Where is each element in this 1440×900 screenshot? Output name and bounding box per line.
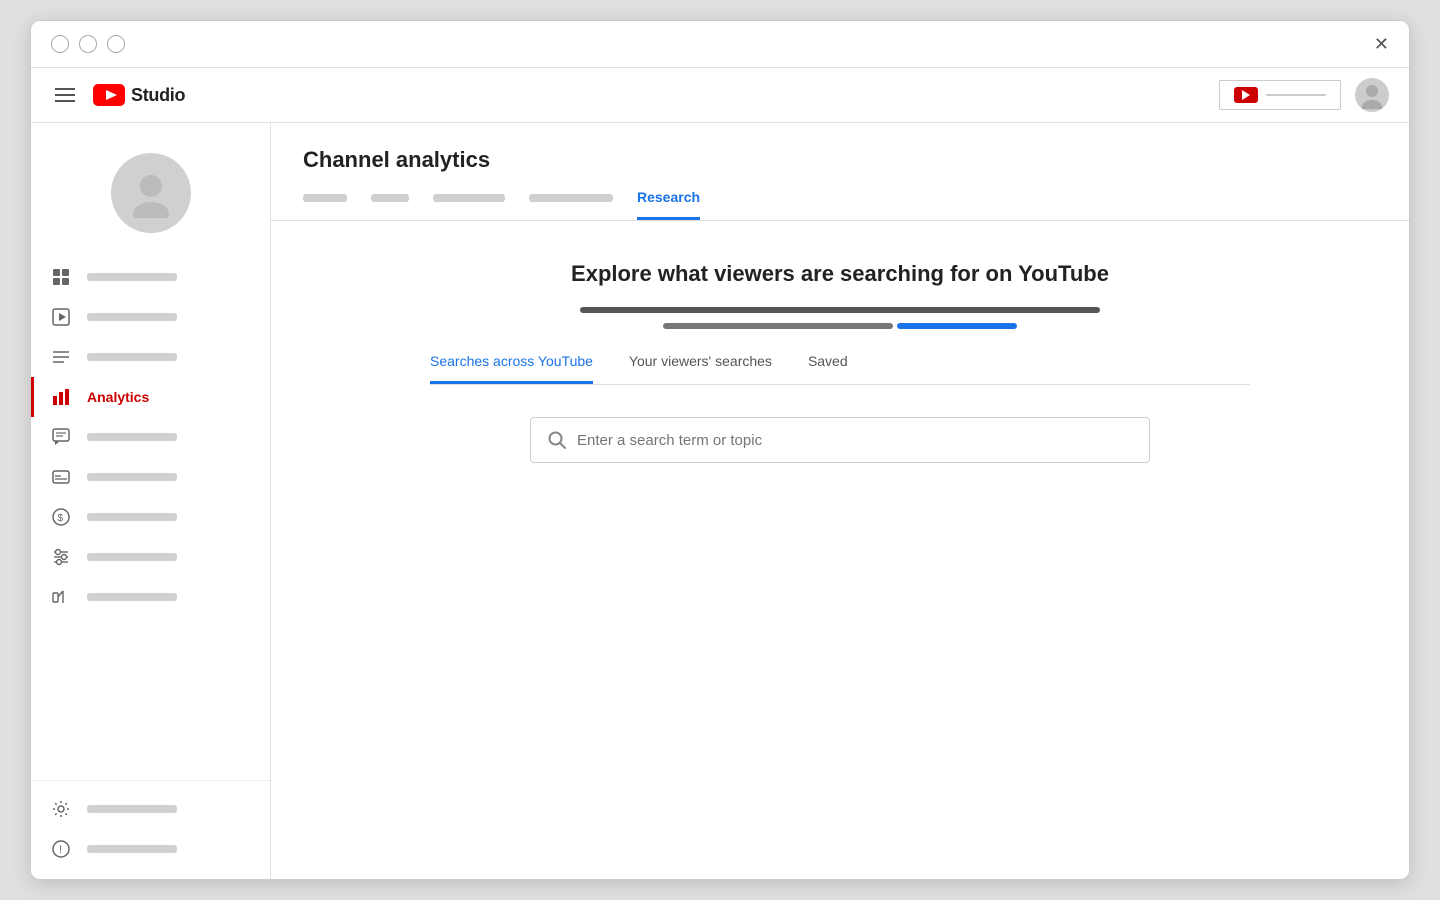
search-container: [530, 417, 1150, 463]
sidebar-item-customization[interactable]: [31, 537, 270, 577]
sidebar-item-settings[interactable]: [31, 789, 270, 829]
svg-text:!: !: [59, 844, 62, 856]
app-window: ✕ Studio: [30, 20, 1410, 880]
app-header: Studio: [31, 68, 1409, 123]
sidebar-item-comments[interactable]: [31, 417, 270, 457]
sidebar-avatar-icon: [126, 168, 176, 218]
content-header: Channel analytics Research: [271, 123, 1409, 221]
hamburger-line-3: [55, 100, 75, 102]
sub-tab-searches-across[interactable]: Searches across YouTube: [430, 353, 593, 384]
feedback-icon: !: [51, 839, 71, 859]
tab-reach-label: [371, 194, 409, 202]
user-avatar-icon: [1358, 81, 1386, 109]
sidebar-item-captions[interactable]: [31, 457, 270, 497]
sidebar-item-dashboard-label: [87, 273, 177, 281]
window-control-2[interactable]: [79, 35, 97, 53]
tab-engagement[interactable]: [433, 189, 505, 220]
research-area: Explore what viewers are searching for o…: [271, 221, 1409, 879]
close-button[interactable]: ✕: [1374, 35, 1389, 53]
tabs-row: Research: [303, 189, 1377, 220]
youtube-logo-icon: [93, 84, 125, 106]
research-sub-tabs: Searches across YouTube Your viewers' se…: [430, 353, 1250, 385]
settings-icon: [51, 799, 71, 819]
window-control-1[interactable]: [51, 35, 69, 53]
tab-audience-label: [529, 194, 613, 202]
sidebar-avatar-circle: [111, 153, 191, 233]
sidebar-item-customization-label: [87, 553, 177, 561]
dashboard-icon: [51, 267, 71, 287]
sub-tab-saved[interactable]: Saved: [808, 353, 848, 384]
hamburger-line-2: [55, 94, 75, 96]
sidebar-item-settings-label: [87, 805, 177, 813]
sidebar-item-feedback[interactable]: !: [31, 829, 270, 869]
main-layout: Analytics: [31, 123, 1409, 879]
tab-overview[interactable]: [303, 189, 347, 220]
create-video-icon: [1234, 87, 1258, 103]
svg-text:$: $: [58, 513, 64, 524]
tab-reach[interactable]: [371, 189, 409, 220]
sidebar-item-audio-label: [87, 593, 177, 601]
sidebar-item-subtitles[interactable]: [31, 337, 270, 377]
hamburger-line-1: [55, 88, 75, 90]
sidebar-item-analytics[interactable]: Analytics: [31, 377, 270, 417]
sidebar-user-avatar: [31, 133, 270, 257]
sidebar-bottom: !: [31, 780, 270, 869]
sidebar-item-comments-label: [87, 433, 177, 441]
sub-tab-viewer-searches[interactable]: Your viewers' searches: [629, 353, 772, 384]
logo[interactable]: Studio: [93, 84, 185, 106]
sidebar-item-content[interactable]: [31, 297, 270, 337]
sidebar-item-monetization-label: [87, 513, 177, 521]
sidebar-item-feedback-label: [87, 845, 177, 853]
sidebar-item-content-label: [87, 313, 177, 321]
comments-icon: [51, 427, 71, 447]
explore-heading: Explore what viewers are searching for o…: [571, 261, 1109, 287]
header-left: Studio: [51, 84, 185, 106]
tab-engagement-label: [433, 194, 505, 202]
tab-research[interactable]: Research: [637, 189, 700, 220]
sidebar-item-captions-label: [87, 473, 177, 481]
sidebar-item-analytics-label: Analytics: [87, 389, 149, 405]
chart-placeholder: [540, 307, 1140, 329]
sidebar-item-subtitles-label: [87, 353, 177, 361]
header-right: [1219, 78, 1389, 112]
monetization-icon: $: [51, 507, 71, 527]
sidebar-nav: Analytics: [31, 257, 270, 780]
search-icon: [547, 430, 567, 450]
search-input[interactable]: [577, 432, 1133, 449]
user-avatar-button[interactable]: [1355, 78, 1389, 112]
sidebar: Analytics: [31, 123, 271, 879]
captions-icon: [51, 467, 71, 487]
sidebar-item-monetization[interactable]: $: [31, 497, 270, 537]
create-button[interactable]: [1219, 80, 1341, 110]
sidebar-item-dashboard[interactable]: [31, 257, 270, 297]
audio-icon: [51, 587, 71, 607]
page-title: Channel analytics: [303, 147, 1377, 173]
sidebar-item-audio[interactable]: [31, 577, 270, 617]
search-input-wrapper: [530, 417, 1150, 463]
content-area: Channel analytics Research: [271, 123, 1409, 879]
window-controls: [51, 35, 125, 53]
window-control-3[interactable]: [107, 35, 125, 53]
subtitles-icon: [51, 347, 71, 367]
create-button-label-bar: [1266, 94, 1326, 96]
analytics-icon: [51, 387, 71, 407]
title-bar: ✕: [31, 21, 1409, 68]
logo-text: Studio: [131, 85, 185, 106]
content-icon: [51, 307, 71, 327]
customization-icon: [51, 547, 71, 567]
tab-overview-label: [303, 194, 347, 202]
hamburger-button[interactable]: [51, 84, 79, 106]
tab-audience[interactable]: [529, 189, 613, 220]
